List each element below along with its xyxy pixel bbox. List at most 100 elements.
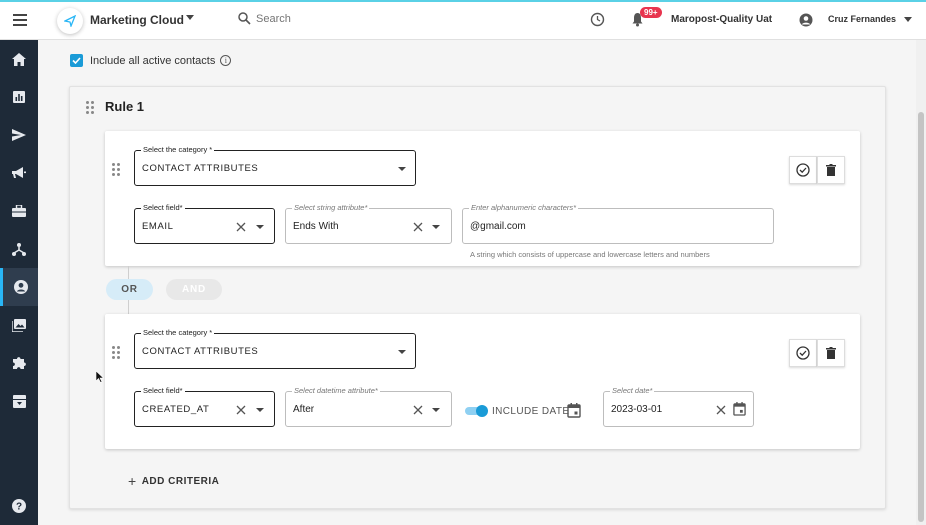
include-date-label: INCLUDE DATE [492, 406, 570, 417]
sidebar-item-images[interactable] [0, 306, 38, 344]
send-icon [12, 129, 26, 141]
criteria-1-value-input[interactable]: Enter alphanumeric characters* @gmail.co… [462, 203, 774, 244]
category-value: CONTACT ATTRIBUTES [142, 346, 259, 357]
calendar-icon[interactable] [733, 402, 746, 416]
puzzle-icon [13, 357, 26, 369]
sidebar-item-briefcase[interactable] [0, 192, 38, 230]
criteria-2-category-select[interactable]: Select the category * CONTACT ATTRIBUTES [134, 328, 416, 369]
calendar-icon[interactable] [567, 403, 581, 418]
search-bar[interactable] [238, 12, 376, 25]
include-all-row: Include all active contacts i [70, 54, 232, 67]
org-name[interactable]: Maropost-Quality Uat [671, 14, 772, 25]
value-input-label: Enter alphanumeric characters* [469, 203, 579, 212]
include-all-label[interactable]: Include all active contacts [90, 55, 215, 67]
megaphone-icon [12, 167, 26, 178]
sidebar-item-campaigns[interactable] [0, 154, 38, 192]
sidebar-item-reports[interactable] [0, 78, 38, 116]
reports-icon [13, 91, 25, 103]
or-toggle-button[interactable]: OR [106, 279, 153, 300]
clear-icon[interactable] [413, 222, 423, 232]
date-value: 2023-03-01 [611, 404, 663, 415]
user-avatar-icon[interactable] [799, 13, 813, 27]
check-icon [72, 57, 81, 64]
clear-icon[interactable] [716, 405, 726, 415]
attribute-label: Select datetime attribute* [292, 386, 380, 395]
trash-icon [826, 164, 836, 176]
criteria-1-confirm-button[interactable] [789, 156, 817, 184]
toggle-knob[interactable] [476, 405, 488, 417]
app-name[interactable]: Marketing Cloud [90, 13, 184, 27]
field-value: CREATED_AT [142, 404, 210, 415]
briefcase-icon [12, 205, 26, 217]
value-helper-text: A string which consists of uppercase and… [470, 250, 710, 259]
attribute-value: Ends With [293, 221, 339, 232]
criteria-2-date-input[interactable]: Select date* 2023-03-01 [603, 386, 754, 427]
sidebar-item-journeys[interactable] [0, 230, 38, 268]
images-icon [12, 318, 26, 332]
notification-badge: 99+ [640, 7, 662, 18]
criteria-2-field-select[interactable]: Select field* CREATED_AT [134, 386, 275, 427]
svg-text:?: ? [16, 502, 22, 513]
sidebar-item-integrations[interactable] [0, 344, 38, 382]
date-label: Select date* [610, 386, 655, 395]
sidebar: ? [0, 40, 38, 525]
clear-icon[interactable] [236, 222, 246, 232]
and-toggle-button[interactable]: AND [166, 279, 222, 300]
add-criteria-button[interactable]: + ADD CRITERIA [128, 473, 219, 489]
chevron-down-icon [256, 408, 264, 412]
criteria-2-confirm-button[interactable] [789, 339, 817, 367]
field-label: Select field* [141, 203, 185, 212]
chevron-down-icon [398, 167, 406, 171]
rule-title: Rule 1 [105, 99, 145, 114]
chevron-down-icon [432, 408, 440, 412]
app-logo [57, 8, 83, 34]
clear-icon[interactable] [413, 405, 423, 415]
check-circle-icon [796, 163, 810, 177]
mouse-cursor-icon [96, 371, 104, 383]
category-value: CONTACT ATTRIBUTES [142, 163, 259, 174]
app-switch-caret-icon[interactable] [186, 15, 194, 20]
criteria-1-category-select[interactable]: Select the category * CONTACT ATTRIBUTES [134, 145, 416, 186]
user-name[interactable]: Cruz Fernandes [828, 14, 896, 24]
clear-icon[interactable] [236, 405, 246, 415]
include-all-checkbox[interactable] [70, 54, 83, 67]
journey-icon [12, 242, 26, 256]
value-input-text: @gmail.com [470, 221, 526, 232]
search-input[interactable] [256, 12, 376, 25]
criteria-1-field-select[interactable]: Select field* EMAIL [134, 203, 275, 244]
search-icon [238, 12, 251, 25]
chevron-down-icon [432, 225, 440, 229]
rule-drag-handle-icon[interactable] [86, 101, 94, 114]
info-icon[interactable]: i [220, 55, 232, 66]
chevron-down-icon [398, 350, 406, 354]
sidebar-item-contacts[interactable] [0, 268, 38, 306]
sidebar-item-home[interactable] [0, 40, 38, 78]
field-value: EMAIL [142, 221, 174, 232]
menu-icon[interactable] [13, 14, 27, 26]
criteria-1-drag-handle-icon[interactable] [112, 163, 120, 176]
trash-icon [826, 347, 836, 359]
criteria-1-delete-button[interactable] [817, 156, 845, 184]
archive-icon [12, 394, 26, 408]
check-circle-icon [796, 346, 810, 360]
plus-icon: + [128, 473, 137, 489]
paper-plane-icon [64, 15, 76, 27]
home-icon [12, 52, 26, 66]
category-label: Select the category * [141, 145, 215, 154]
sidebar-item-help[interactable]: ? [0, 487, 38, 525]
history-clock-icon[interactable] [590, 12, 605, 27]
field-label: Select field* [141, 386, 185, 395]
criteria-2-attribute-select[interactable]: Select datetime attribute* After [285, 386, 452, 427]
scrollbar-thumb[interactable] [918, 112, 924, 522]
sidebar-item-archive[interactable] [0, 382, 38, 420]
add-criteria-label: ADD CRITERIA [141, 475, 220, 487]
attribute-label: Select string attribute* [292, 203, 370, 212]
criteria-1-attribute-select[interactable]: Select string attribute* Ends With [285, 203, 452, 244]
user-menu-caret-icon[interactable] [904, 17, 912, 22]
sidebar-item-send[interactable] [0, 116, 38, 154]
contacts-icon [13, 280, 28, 294]
top-bar: Marketing Cloud 99+ Maropost-Quality Uat… [0, 0, 926, 40]
criteria-2-drag-handle-icon[interactable] [112, 346, 120, 359]
chevron-down-icon [256, 225, 264, 229]
criteria-2-delete-button[interactable] [817, 339, 845, 367]
